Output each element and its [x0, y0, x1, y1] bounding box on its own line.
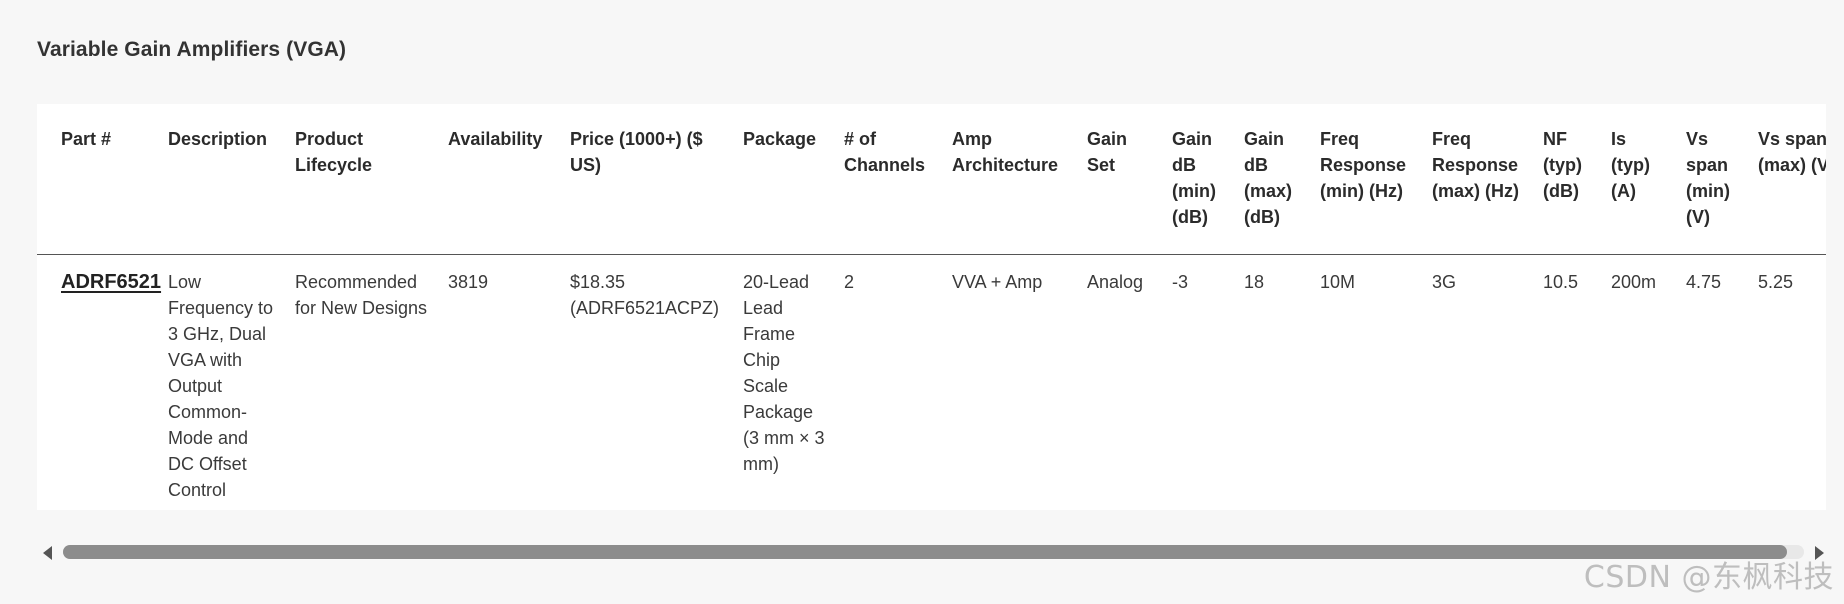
cell-package: 20-Lead Lead Frame Chip Scale Package (3…: [743, 254, 844, 510]
horizontal-scrollbar[interactable]: [37, 540, 1826, 564]
cell-freq-min: 10M: [1320, 254, 1432, 510]
column-header-freq-max[interactable]: Freq Response (max) (Hz): [1432, 104, 1543, 255]
column-header-availability[interactable]: Availability: [448, 104, 570, 255]
column-header-vs-min[interactable]: Vs span (min) (V): [1686, 104, 1758, 255]
cell-price: $18.35 (ADRF6521ACPZ): [570, 254, 743, 510]
cell-is-typ: 200m: [1611, 254, 1686, 510]
column-header-gain-min[interactable]: Gain dB (min) (dB): [1172, 104, 1244, 255]
column-header-lifecycle[interactable]: Product Lifecycle: [295, 104, 448, 255]
cell-part: ADRF6521: [37, 254, 168, 510]
cell-vs-max: 5.25: [1758, 254, 1826, 510]
cell-availability: 3819: [448, 254, 570, 510]
column-header-price[interactable]: Price (1000+) ($ US): [570, 104, 743, 255]
page: Variable Gain Amplifiers (VGA) Part # De…: [0, 0, 1844, 604]
cell-freq-max: 3G: [1432, 254, 1543, 510]
column-header-description[interactable]: Description: [168, 104, 295, 255]
column-header-package[interactable]: Package: [743, 104, 844, 255]
scrollbar-track[interactable]: [63, 545, 1804, 559]
column-header-architecture[interactable]: Amp Architecture: [952, 104, 1087, 255]
table-row: ADRF6521 Low Frequency to 3 GHz, Dual VG…: [37, 254, 1826, 510]
column-header-part[interactable]: Part #: [37, 104, 168, 255]
cell-gain-set: Analog: [1087, 254, 1172, 510]
section-title: Variable Gain Amplifiers (VGA): [37, 38, 347, 61]
table-header-row: Part # Description Product Lifecycle Ava…: [37, 104, 1826, 255]
column-header-freq-min[interactable]: Freq Response (min) (Hz): [1320, 104, 1432, 255]
vga-product-table: Part # Description Product Lifecycle Ava…: [37, 104, 1826, 510]
column-header-vs-max[interactable]: Vs span (max) (V): [1758, 104, 1826, 255]
column-header-gain-set[interactable]: Gain Set: [1087, 104, 1172, 255]
cell-gain-max: 18: [1244, 254, 1320, 510]
scroll-left-arrow-icon[interactable]: [43, 546, 52, 560]
scrollbar-thumb[interactable]: [63, 545, 1787, 559]
column-header-gain-max[interactable]: Gain dB (max) (dB): [1244, 104, 1320, 255]
cell-nf-typ: 10.5: [1543, 254, 1611, 510]
vga-table-container[interactable]: Part # Description Product Lifecycle Ava…: [37, 104, 1826, 510]
cell-vs-min: 4.75: [1686, 254, 1758, 510]
watermark-text: CSDN @东枫科技: [1583, 560, 1834, 595]
cell-description: Low Frequency to 3 GHz, Dual VGA with Ou…: [168, 254, 295, 510]
cell-architecture: VVA + Amp: [952, 254, 1087, 510]
part-number-link[interactable]: ADRF6521: [61, 271, 161, 293]
column-header-nf-typ[interactable]: NF (typ) (dB): [1543, 104, 1611, 255]
cell-channels: 2: [844, 254, 952, 510]
cell-lifecycle: Recommended for New Designs: [295, 254, 448, 510]
cell-gain-min: -3: [1172, 254, 1244, 510]
column-header-channels[interactable]: # of Channels: [844, 104, 952, 255]
column-header-is-typ[interactable]: Is (typ) (A): [1611, 104, 1686, 255]
